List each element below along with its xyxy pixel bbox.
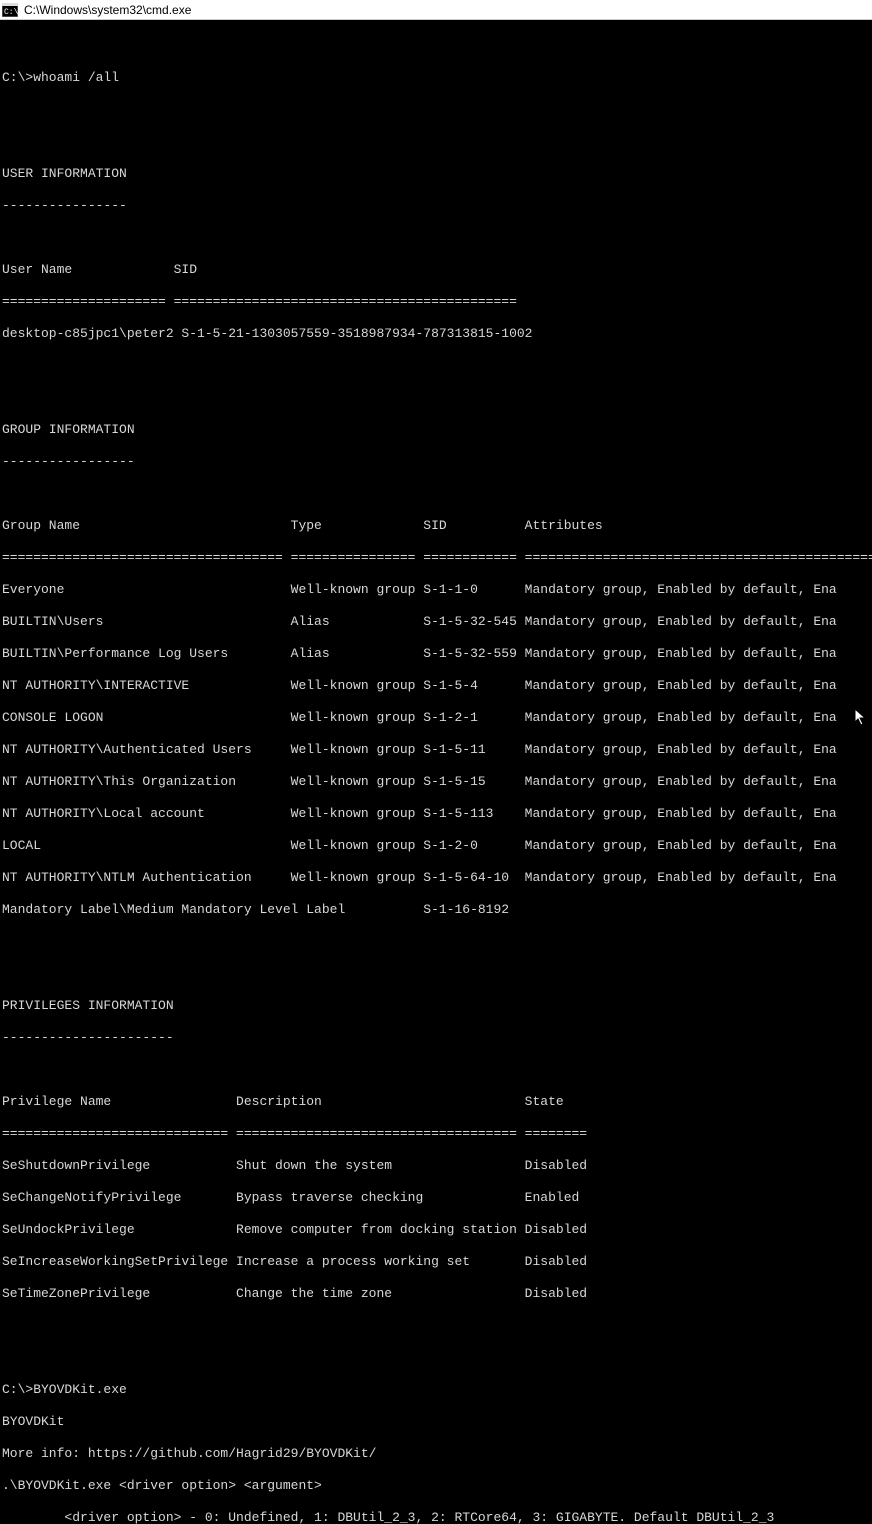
group-row: NT AUTHORITY\NTLM Authentication Well-kn… [2, 870, 872, 886]
group-row: NT AUTHORITY\Authenticated Users Well-kn… [2, 742, 872, 758]
priv-row: SeShutdownPrivilege Shut down the system… [2, 1158, 872, 1174]
byovd-output: .\BYOVDKit.exe <driver option> <argument… [2, 1478, 872, 1494]
priv-info-dashes: ---------------------- [2, 1030, 872, 1046]
group-columns-sep: ==================================== ===… [2, 550, 872, 566]
group-row: BUILTIN\Performance Log Users Alias S-1-… [2, 646, 872, 662]
command-prompt: C:\>BYOVDKit.exe [2, 1382, 872, 1398]
priv-columns-sep: ============================= ==========… [2, 1126, 872, 1142]
user-columns: User Name SID [2, 262, 872, 278]
priv-row: SeUndockPrivilege Remove computer from d… [2, 1222, 872, 1238]
window-title-text: C:\Windows\system32\cmd.exe [24, 3, 191, 17]
group-row: NT AUTHORITY\This Organization Well-know… [2, 774, 872, 790]
priv-columns: Privilege Name Description State [2, 1094, 872, 1110]
group-row: Mandatory Label\Medium Mandatory Level L… [2, 902, 872, 918]
group-row: Everyone Well-known group S-1-1-0 Mandat… [2, 582, 872, 598]
group-info-header: GROUP INFORMATION [2, 422, 872, 438]
group-row: NT AUTHORITY\INTERACTIVE Well-known grou… [2, 678, 872, 694]
priv-row: SeTimeZonePrivilege Change the time zone… [2, 1286, 872, 1302]
blank-line [2, 230, 872, 246]
cmd-icon: C:\ [2, 3, 18, 17]
command-prompt: C:\>whoami /all [2, 70, 872, 86]
blank-line [2, 1062, 872, 1078]
blank-line [2, 934, 872, 950]
group-row: LOCAL Well-known group S-1-2-0 Mandatory… [2, 838, 872, 854]
window-title-bar[interactable]: C:\ C:\Windows\system32\cmd.exe [0, 0, 872, 20]
blank-line [2, 134, 872, 150]
priv-row: SeIncreaseWorkingSetPrivilege Increase a… [2, 1254, 872, 1270]
group-row: BUILTIN\Users Alias S-1-5-32-545 Mandato… [2, 614, 872, 630]
group-row: NT AUTHORITY\Local account Well-known gr… [2, 806, 872, 822]
blank-line [2, 1350, 872, 1366]
blank-line [2, 358, 872, 374]
blank-line [2, 38, 872, 54]
byovd-output: BYOVDKit [2, 1414, 872, 1430]
blank-line [2, 390, 872, 406]
byovd-output: <driver option> - 0: Undefined, 1: DBUti… [2, 1510, 872, 1524]
blank-line [2, 102, 872, 118]
priv-info-header: PRIVILEGES INFORMATION [2, 998, 872, 1014]
group-row: CONSOLE LOGON Well-known group S-1-2-1 M… [2, 710, 872, 726]
user-row: desktop-c85jpc1\peter2 S-1-5-21-13030575… [2, 326, 872, 342]
group-columns: Group Name Type SID Attributes [2, 518, 872, 534]
group-info-dashes: ----------------- [2, 454, 872, 470]
mouse-cursor-icon [854, 708, 868, 730]
blank-line [2, 1318, 872, 1334]
blank-line [2, 486, 872, 502]
user-info-dashes: ---------------- [2, 198, 872, 214]
priv-row: SeChangeNotifyPrivilege Bypass traverse … [2, 1190, 872, 1206]
terminal-output[interactable]: C:\>whoami /all USER INFORMATION -------… [0, 20, 872, 1524]
svg-text:C:\: C:\ [4, 8, 18, 17]
blank-line [2, 966, 872, 982]
user-columns-sep: ===================== ==================… [2, 294, 872, 310]
byovd-output: More info: https://github.com/Hagrid29/B… [2, 1446, 872, 1462]
user-info-header: USER INFORMATION [2, 166, 872, 182]
